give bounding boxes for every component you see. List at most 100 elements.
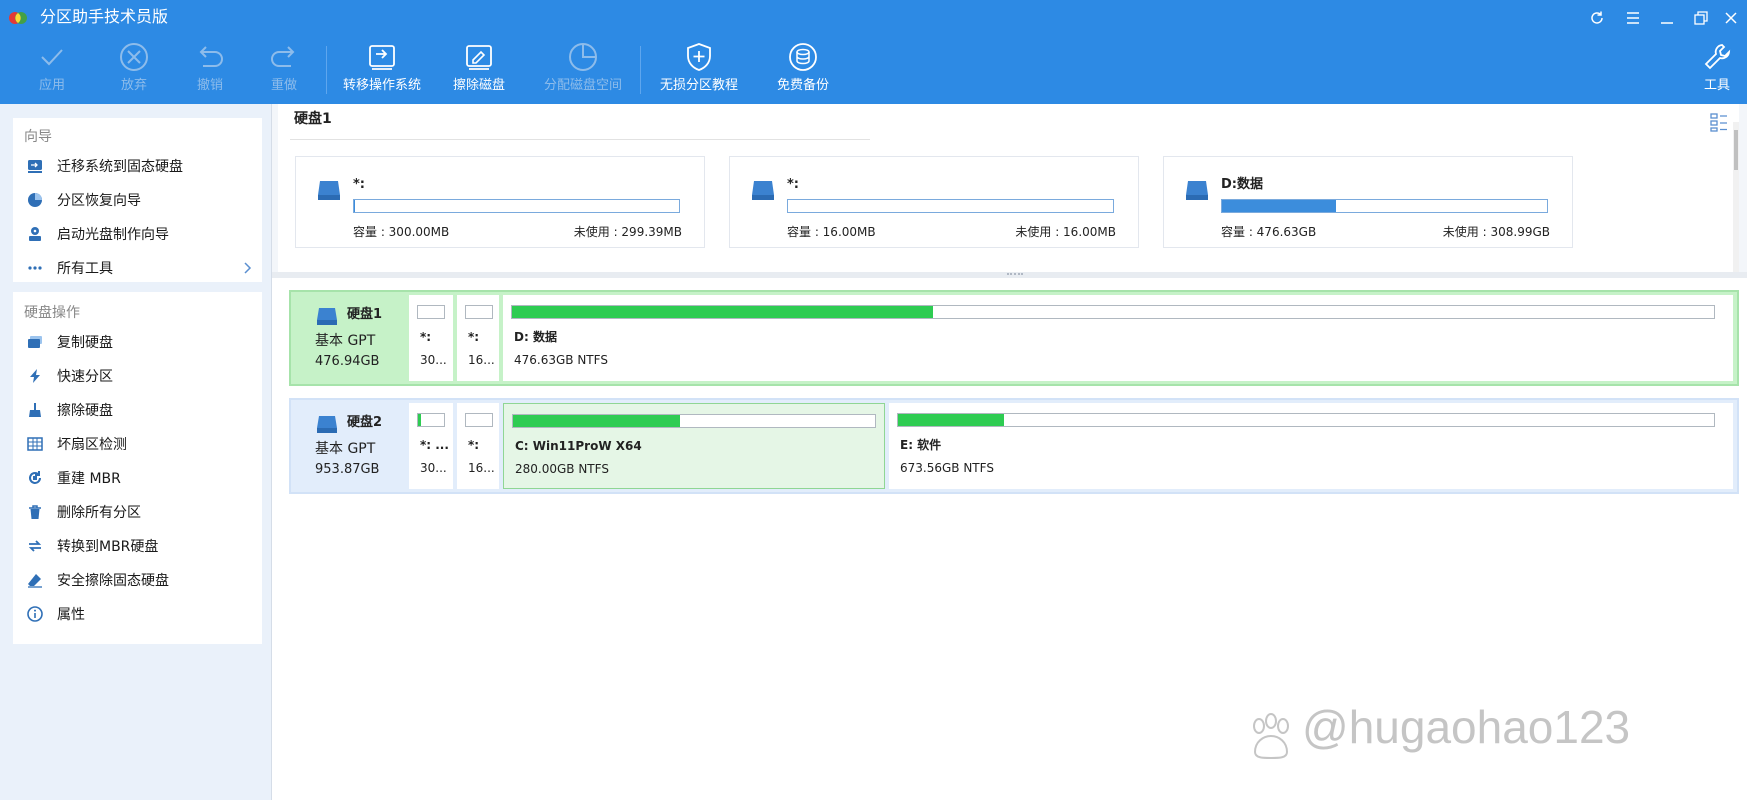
- lossless-tutorial-label: 无损分区教程: [659, 78, 738, 93]
- app-logo-icon: [9, 12, 27, 24]
- chevron-right-icon: [244, 262, 252, 274]
- allocate-space-button[interactable]: 分配磁盘空间: [538, 40, 628, 100]
- restore-button[interactable]: [1688, 6, 1714, 30]
- partition-block[interactable]: D: 数据 476.63GB NTFS: [503, 295, 1733, 381]
- partition-name: E: 软件: [900, 438, 942, 452]
- partition-usage-bar: [417, 305, 445, 319]
- partition-card-unused: 未使用 : 299.39MB: [573, 225, 682, 239]
- sidebar-item-partition-recovery[interactable]: 分区恢复向导: [13, 183, 262, 217]
- apply-button[interactable]: 应用: [32, 40, 72, 100]
- sidebar-item-secure-erase-ssd[interactable]: 安全擦除固态硬盘: [13, 563, 262, 597]
- view-toggle-icon[interactable]: [1707, 110, 1731, 134]
- sidebar-item-label: 安全擦除固态硬盘: [57, 573, 169, 589]
- redo-label: 重做: [270, 78, 297, 93]
- wizard-panel: 向导 迁移系统到固态硬盘 分区恢复向导 启动光盘制作向导 所有工具: [13, 118, 262, 282]
- partition-block[interactable]: *: 30...: [409, 295, 453, 381]
- menu-button[interactable]: [1620, 6, 1646, 30]
- sidebar-item-quick-partition[interactable]: 快速分区: [13, 359, 262, 393]
- refresh-icon: [1591, 11, 1603, 24]
- sidebar-item-boot-disc[interactable]: 启动光盘制作向导: [13, 217, 262, 251]
- sidebar-item-rebuild-mbr[interactable]: 重建 MBR: [13, 461, 262, 495]
- disk-drive-icon: [1186, 181, 1208, 200]
- refresh-button[interactable]: [1584, 6, 1610, 30]
- wipe-disk-button[interactable]: 擦除磁盘: [448, 40, 510, 100]
- partition-info: 16...: [468, 461, 495, 475]
- disk-type: 基本 GPT: [315, 441, 376, 457]
- close-button[interactable]: [1718, 6, 1744, 30]
- partition-info: 673.56GB NTFS: [900, 461, 994, 475]
- undo-button[interactable]: 撤销: [190, 40, 230, 100]
- sidebar-item-label: 擦除硬盘: [57, 403, 113, 419]
- partition-block[interactable]: *: 16...: [457, 295, 499, 381]
- vertical-scrollbar[interactable]: [1733, 122, 1739, 272]
- redo-icon: [271, 46, 295, 67]
- sidebar-item-label: 复制硬盘: [57, 335, 113, 351]
- shield-plus-icon: [687, 43, 711, 71]
- migrate-disk-icon: [369, 45, 395, 70]
- sidebar-item-wipe-disk[interactable]: 擦除硬盘: [13, 393, 262, 427]
- partition-info: 16...: [468, 353, 495, 367]
- free-backup-button[interactable]: 免费备份: [772, 40, 834, 100]
- disk-size: 476.94GB: [315, 354, 380, 369]
- migrate-os-button[interactable]: 转移操作系统: [336, 40, 428, 100]
- sidebar-item-label: 快速分区: [57, 369, 113, 385]
- disk-label[interactable]: 硬盘1 基本 GPT 476.94GB: [291, 292, 407, 384]
- copy-disk-icon: [28, 336, 42, 348]
- partition-block[interactable]: *: ... 30...: [409, 403, 453, 489]
- partition-usage-bar: [511, 305, 1715, 319]
- sidebar-item-bad-sector-check[interactable]: 坏扇区检测: [13, 427, 262, 461]
- sidebar: 向导 迁移系统到固态硬盘 分区恢复向导 启动光盘制作向导 所有工具 硬盘操作 复…: [0, 104, 272, 800]
- info-icon: [27, 606, 43, 622]
- partition-name: D: 数据: [514, 330, 557, 344]
- sidebar-item-label: 转换到MBR硬盘: [57, 539, 159, 555]
- disk-drive-icon: [317, 416, 337, 433]
- minimize-button[interactable]: [1654, 6, 1680, 30]
- scrollbar-thumb[interactable]: [1734, 130, 1738, 170]
- sidebar-item-label: 删除所有分区: [57, 505, 141, 521]
- more-dots-icon: [28, 266, 42, 270]
- disk-row[interactable]: 硬盘1 基本 GPT 476.94GB *: 30... *: 16... D:…: [289, 290, 1739, 386]
- wipe-disk-label: 擦除磁盘: [452, 78, 505, 93]
- sidebar-item-migrate-ssd[interactable]: 迁移系统到固态硬盘: [13, 149, 262, 183]
- partition-block[interactable]: E: 软件 673.56GB NTFS: [889, 403, 1733, 489]
- disk-label[interactable]: 硬盘2 基本 GPT 953.87GB: [291, 400, 407, 492]
- partition-block[interactable]: *: 16...: [457, 403, 499, 489]
- wizard-heading: 向导: [24, 129, 52, 145]
- sidebar-item-all-tools[interactable]: 所有工具: [13, 251, 262, 285]
- lossless-tutorial-button[interactable]: 无损分区教程: [654, 40, 744, 100]
- redo-button[interactable]: 重做: [264, 40, 304, 100]
- sidebar-item-delete-all-partitions[interactable]: 删除所有分区: [13, 495, 262, 529]
- sidebar-item-label: 分区恢复向导: [57, 193, 141, 209]
- disk-drive-icon: [752, 181, 774, 200]
- disk-row[interactable]: 硬盘2 基本 GPT 953.87GB *: ... 30... *: 16..…: [289, 398, 1739, 494]
- discard-label: 放弃: [120, 78, 147, 93]
- sidebar-item-label: 迁移系统到固态硬盘: [57, 159, 183, 175]
- partition-info: 476.63GB NTFS: [514, 353, 608, 367]
- partition-usage-bar: [512, 414, 876, 428]
- sidebar-item-label: 启动光盘制作向导: [57, 227, 169, 243]
- sidebar-item-copy-disk[interactable]: 复制硬盘: [13, 325, 262, 359]
- hamburger-menu-icon: [1627, 12, 1639, 24]
- partition-card[interactable]: *: 容量 : 16.00MB 未使用 : 16.00MB: [729, 156, 1139, 248]
- tools-button[interactable]: 工具: [1700, 40, 1734, 100]
- disk-drive-icon: [318, 181, 340, 200]
- partition-card-unused: 未使用 : 308.99GB: [1442, 225, 1550, 239]
- pie-chart-icon: [569, 43, 597, 71]
- undo-icon: [199, 46, 223, 67]
- splitter-grip[interactable]: [1007, 273, 1023, 276]
- usage-bar-fill: [1222, 200, 1336, 212]
- app-title: 分区助手技术员版: [40, 7, 169, 26]
- discard-button[interactable]: 放弃: [114, 40, 154, 100]
- close-icon: [1725, 12, 1737, 24]
- partition-usage-fill: [512, 306, 933, 318]
- sidebar-item-label: 所有工具: [57, 261, 113, 277]
- lightning-icon: [30, 369, 40, 383]
- partition-card[interactable]: D:数据 容量 : 476.63GB 未使用 : 308.99GB: [1163, 156, 1573, 248]
- sidebar-item-properties[interactable]: 属性: [13, 597, 262, 631]
- undo-label: 撤销: [196, 78, 223, 93]
- partition-card[interactable]: *: 容量 : 300.00MB 未使用 : 299.39MB: [295, 156, 705, 248]
- migrate-disk-icon: [28, 160, 42, 173]
- partition-usage-fill: [418, 414, 422, 426]
- partition-block-selected[interactable]: C: Win11ProW X64 280.00GB NTFS: [503, 403, 885, 489]
- sidebar-item-convert-to-mbr[interactable]: 转换到MBR硬盘: [13, 529, 262, 563]
